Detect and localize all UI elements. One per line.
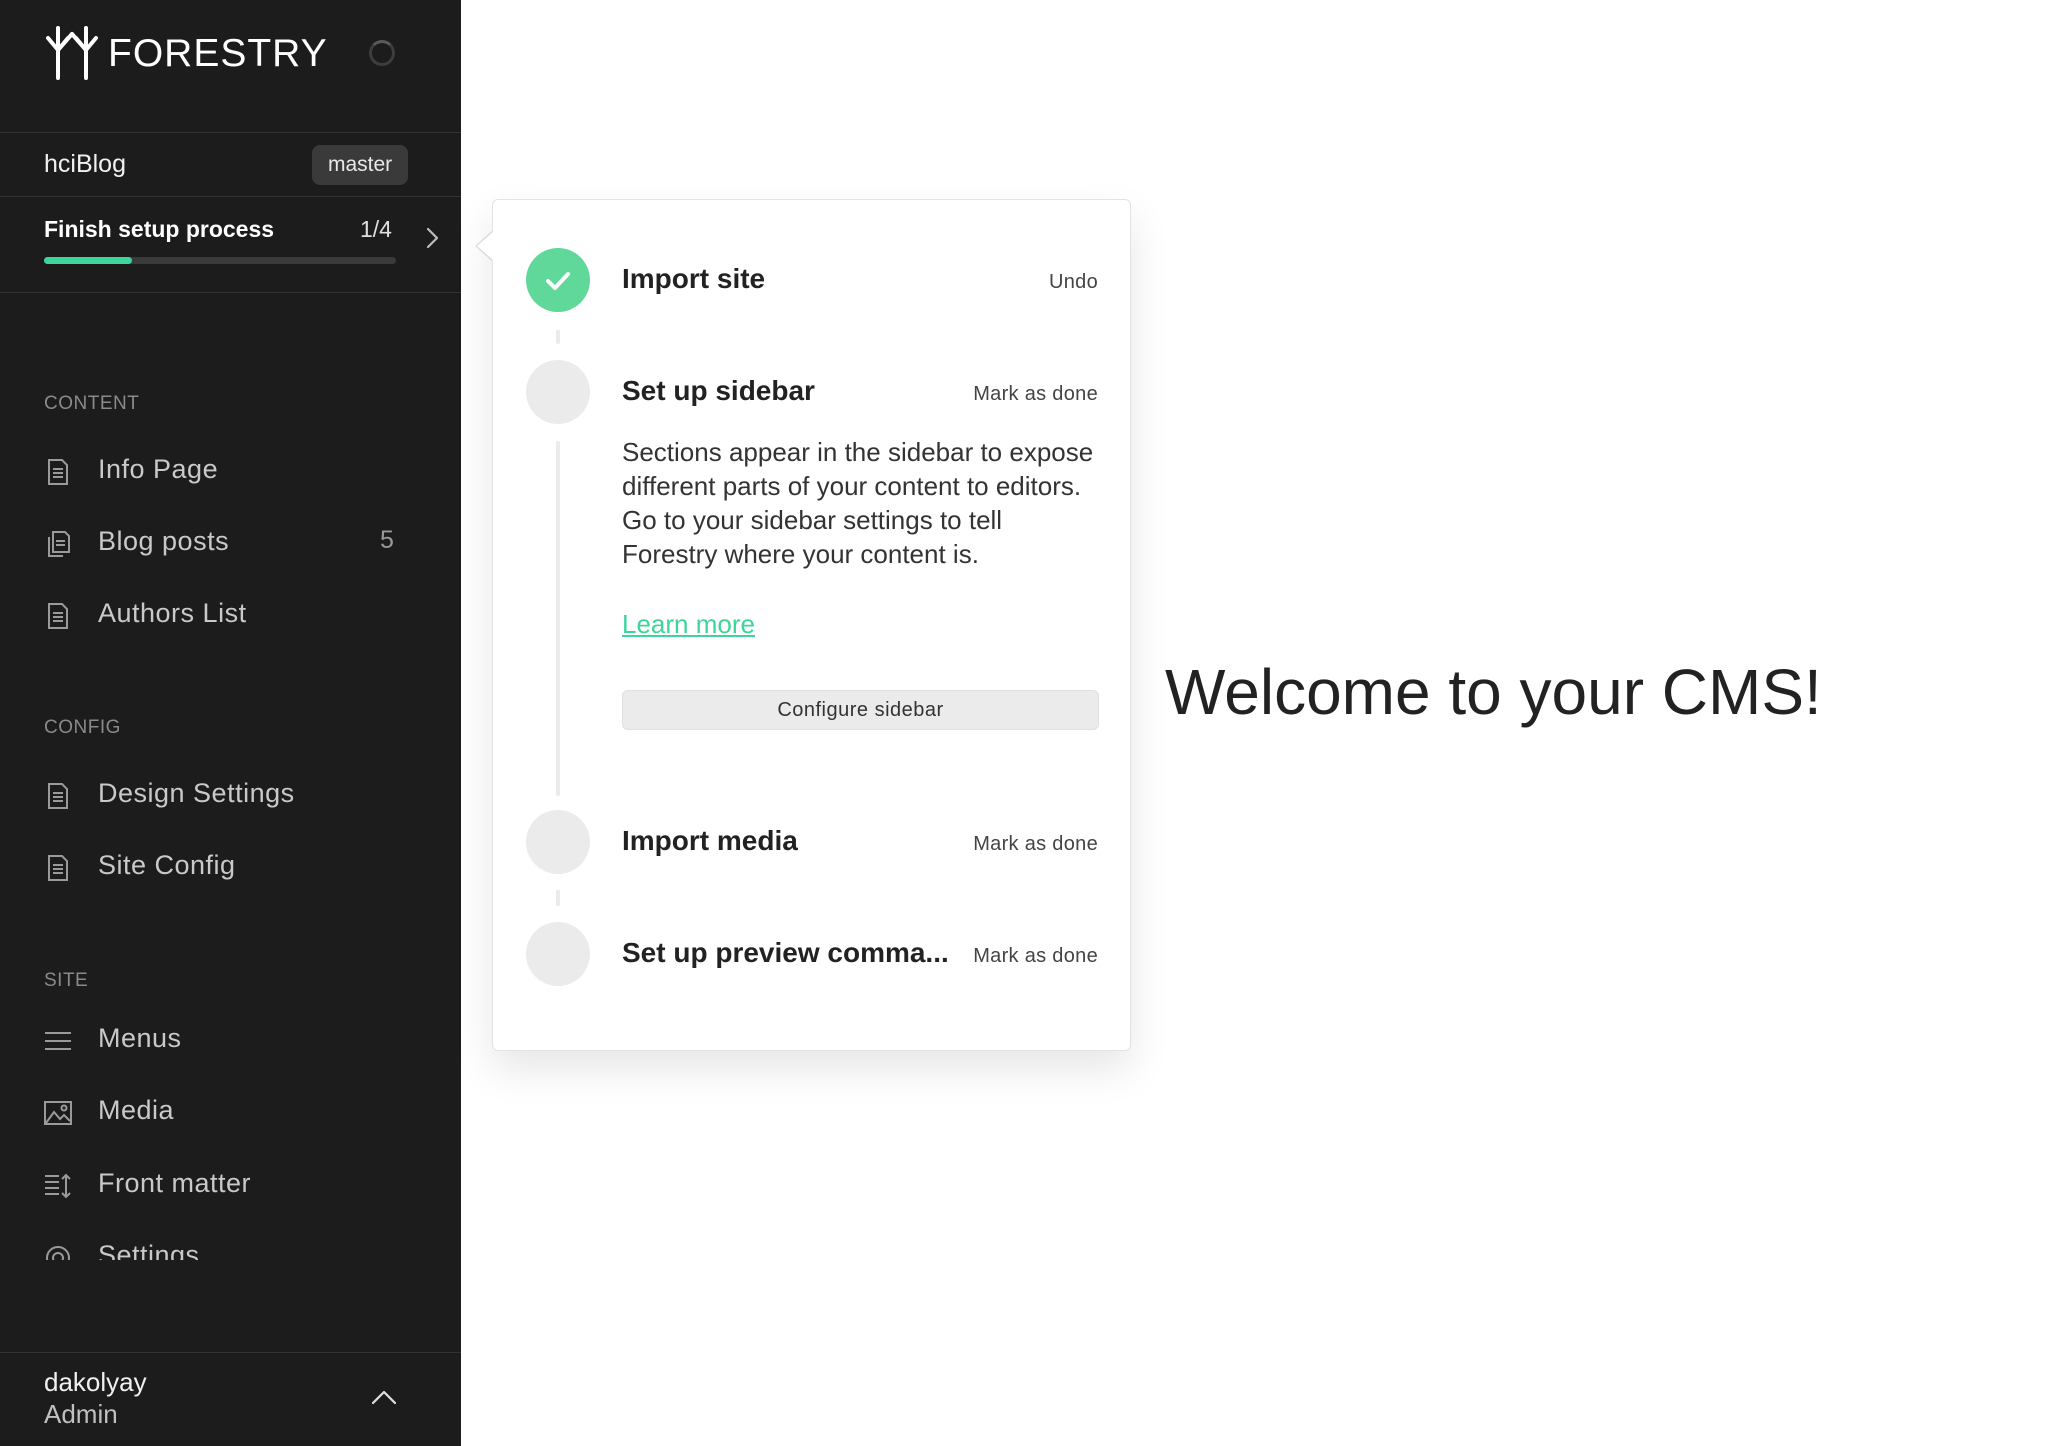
sidebar-item-settings[interactable]: Settings (0, 1232, 461, 1260)
undo-button[interactable]: Undo (1049, 271, 1098, 294)
setup-progress-fill (44, 257, 132, 264)
step-title-set-up-sidebar: Set up sidebar (622, 375, 815, 406)
chevron-up-icon[interactable] (371, 1389, 397, 1405)
step-connector (556, 890, 560, 906)
configure-sidebar-button[interactable]: Configure sidebar (622, 690, 1099, 730)
document-icon (48, 603, 68, 629)
loading-spinner-icon (369, 40, 395, 66)
gear-icon (46, 1246, 70, 1260)
sidebar-item-blog-posts[interactable]: Blog posts 5 (0, 514, 461, 572)
sidebar-item-design-settings[interactable]: Design Settings (0, 766, 461, 824)
step-pending-indicator (526, 810, 590, 874)
sidebar-item-label: Settings (98, 1240, 200, 1260)
mark-as-done-button[interactable]: Mark as done (973, 833, 1098, 856)
setup-progress-toggle[interactable]: Finish setup process 1/4 (0, 197, 461, 293)
forestry-logo-icon[interactable] (44, 24, 100, 82)
menu-icon (45, 1032, 71, 1050)
sidebar-item-label: Authors List (98, 598, 247, 628)
sidebar-item-label: Menus (98, 1023, 182, 1053)
brand-header: FORESTRY (0, 0, 461, 133)
step-connector (556, 330, 560, 344)
step-title-import-media: Import media (622, 825, 798, 856)
step-description: Sections appear in the sidebar to expose… (622, 437, 1094, 569)
learn-more-link[interactable]: Learn more (622, 609, 755, 640)
step-connector (556, 441, 560, 796)
site-switcher[interactable]: hciBlog master (0, 133, 461, 197)
sidebar-item-front-matter[interactable]: Front matter (0, 1156, 461, 1214)
sidebar-item-site-config[interactable]: Site Config (0, 838, 461, 896)
documents-icon (48, 531, 70, 557)
user-role: Admin (44, 1399, 118, 1429)
step-title-import-site: Import site (622, 263, 766, 294)
welcome-heading: Welcome to your CMS! (1165, 656, 1822, 728)
section-label-config: CONFIG (44, 717, 121, 738)
mark-as-done-button[interactable]: Mark as done (973, 383, 1098, 406)
user-name: dakolyay (44, 1367, 147, 1397)
sidebar-item-menus[interactable]: Menus (0, 1011, 461, 1069)
sidebar-item-label: Site Config (98, 850, 236, 880)
sidebar-item-label: Blog posts (98, 526, 230, 556)
document-icon (48, 855, 68, 881)
setup-count: 1/4 (360, 216, 392, 242)
blog-posts-count: 5 (380, 526, 394, 554)
step-complete-indicator (526, 248, 590, 312)
user-menu[interactable]: dakolyay Admin (0, 1352, 461, 1446)
document-icon (48, 783, 68, 809)
sidebar-item-authors-list[interactable]: Authors List (0, 586, 461, 644)
chevron-right-icon[interactable] (422, 227, 442, 249)
check-icon (546, 272, 570, 290)
sidebar-item-label: Media (98, 1095, 175, 1125)
site-name: hciBlog (44, 150, 126, 178)
sidebar-item-label: Front matter (98, 1168, 252, 1198)
sidebar-item-info-page[interactable]: Info Page (0, 442, 461, 500)
setup-title: Finish setup process (44, 216, 275, 242)
sidebar: FORESTRY hciBlog master Finish setup pro… (0, 0, 461, 1446)
sidebar-item-label: Info Page (98, 454, 219, 484)
image-icon (44, 1101, 72, 1125)
setup-progress-bar (44, 257, 396, 264)
branch-badge[interactable]: master (312, 145, 409, 185)
section-label-content: CONTENT (44, 393, 140, 414)
step-title-set-up-preview: Set up preview comma... (622, 937, 949, 968)
step-pending-indicator (526, 922, 590, 986)
sidebar-item-label: Design Settings (98, 778, 295, 808)
sidebar-item-media[interactable]: Media (0, 1083, 461, 1141)
document-icon (48, 459, 68, 485)
sidebar-scroll-clip: Settings (0, 1232, 461, 1260)
setup-checklist-popover: Import site Undo Set up sidebar Mark as … (492, 199, 1131, 1051)
step-pending-indicator (526, 360, 590, 424)
section-label-site: SITE (44, 970, 89, 991)
brand-name: FORESTRY (108, 32, 328, 75)
popover-arrow-fill (477, 231, 494, 261)
mark-as-done-button[interactable]: Mark as done (973, 945, 1098, 968)
front-matter-icon (45, 1173, 71, 1199)
